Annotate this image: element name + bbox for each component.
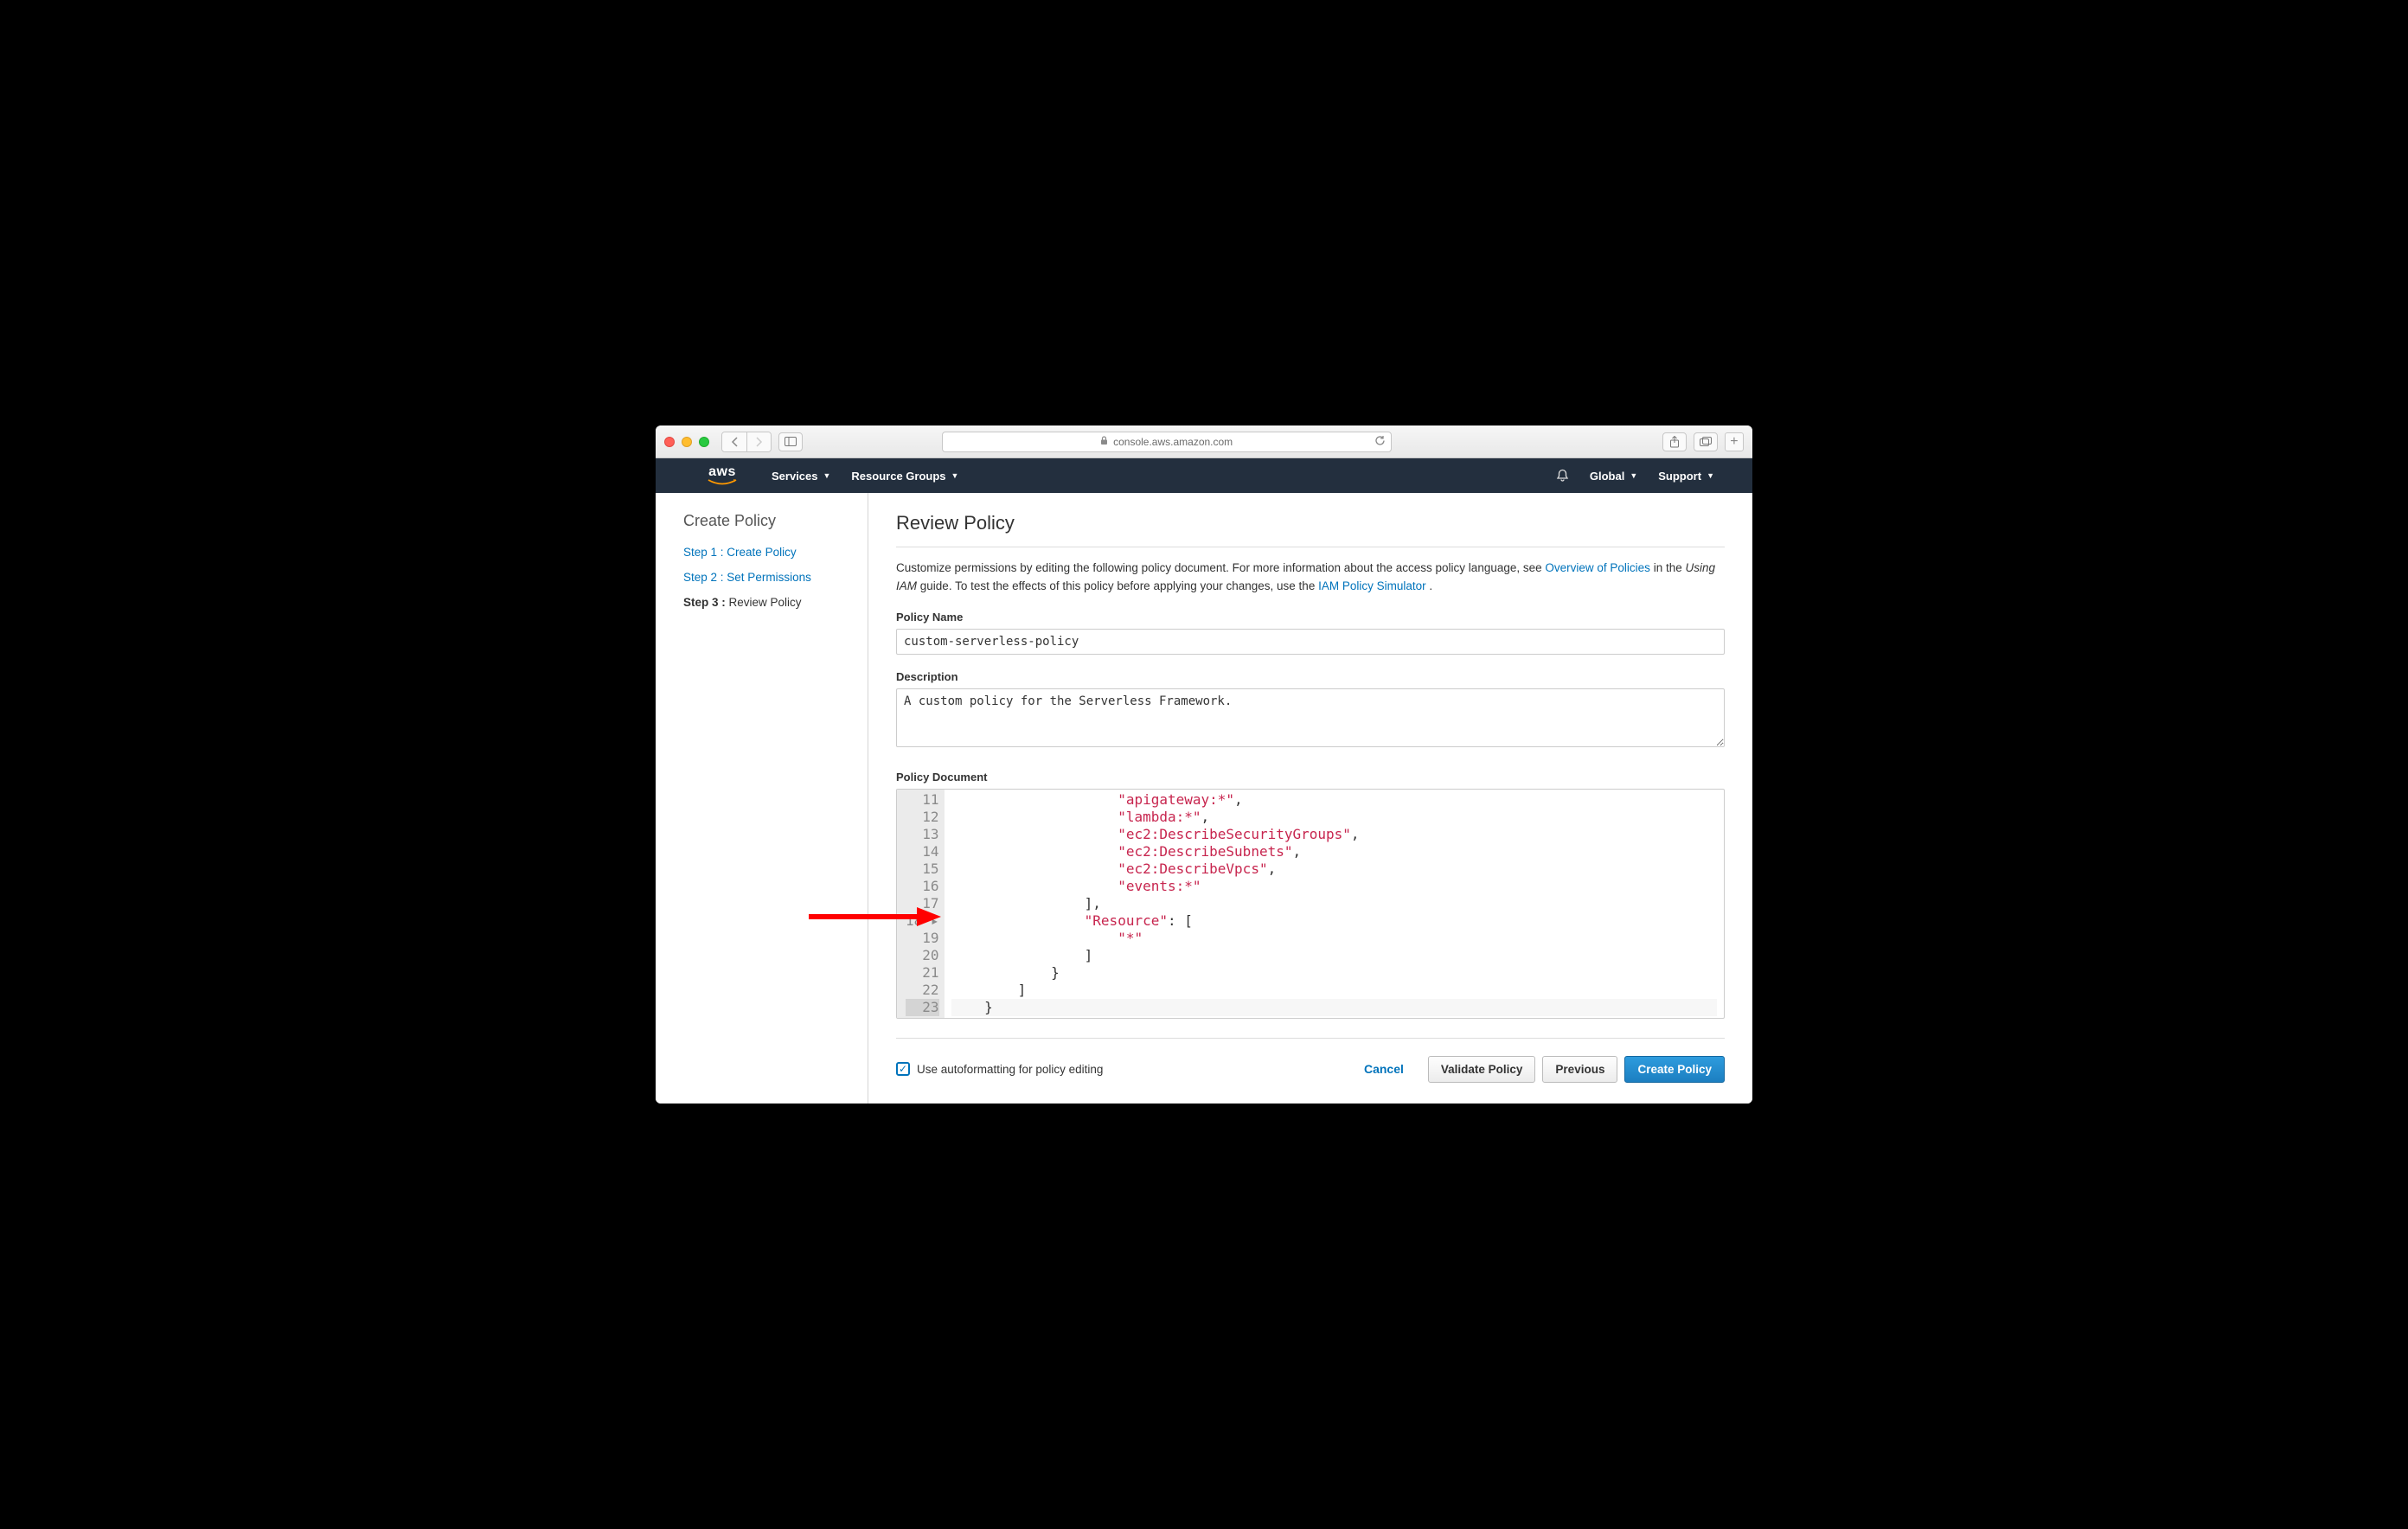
aws-logo[interactable]: aws <box>708 465 737 486</box>
policy-name-label: Policy Name <box>896 611 1725 624</box>
minimize-window-button[interactable] <box>682 437 692 447</box>
maximize-window-button[interactable] <box>699 437 709 447</box>
tabs-button[interactable] <box>1694 432 1718 451</box>
wizard-step: Step 3 : Review Policy <box>683 596 850 609</box>
back-button[interactable] <box>722 432 746 451</box>
description-textarea[interactable] <box>896 688 1725 747</box>
main-content: Review Policy Customize permissions by e… <box>868 493 1752 1104</box>
wizard-step[interactable]: Step 1 : Create Policy <box>683 546 850 559</box>
lock-icon <box>1100 436 1108 448</box>
overview-link[interactable]: Overview of Policies <box>1545 561 1650 574</box>
sidebar-title: Create Policy <box>683 512 850 530</box>
page-body: Create Policy Step 1 : Create Policy Step… <box>656 493 1752 1104</box>
chevron-down-icon: ▼ <box>1630 471 1637 480</box>
window-controls <box>664 437 709 447</box>
sidebar-toggle-button[interactable] <box>778 432 803 451</box>
footer-row: ✓ Use autoformatting for policy editing … <box>896 1038 1725 1083</box>
policy-document-label: Policy Document <box>896 771 1725 784</box>
nav-buttons <box>721 432 772 452</box>
browser-right-buttons: + <box>1662 432 1744 451</box>
page-title: Review Policy <box>896 512 1725 534</box>
cancel-button[interactable]: Cancel <box>1364 1062 1404 1076</box>
chevron-down-icon: ▼ <box>823 471 831 480</box>
autoformat-checkbox[interactable]: ✓ Use autoformatting for policy editing <box>896 1062 1103 1076</box>
bell-icon <box>1556 469 1569 483</box>
policy-document-editor[interactable]: 1112131415161718 ▸1920212223 "apigateway… <box>896 789 1725 1019</box>
url-text: console.aws.amazon.com <box>1113 436 1233 448</box>
browser-window: console.aws.amazon.com + aws Services ▼ … <box>656 425 1752 1104</box>
previous-button[interactable]: Previous <box>1542 1056 1617 1083</box>
intro-text: Customize permissions by editing the fol… <box>896 560 1725 595</box>
wizard-step[interactable]: Step 2 : Set Permissions <box>683 571 850 584</box>
forward-button[interactable] <box>746 432 771 451</box>
share-button[interactable] <box>1662 432 1687 451</box>
description-label: Description <box>896 670 1725 683</box>
browser-chrome: console.aws.amazon.com + <box>656 425 1752 458</box>
simulator-link[interactable]: IAM Policy Simulator <box>1318 579 1426 592</box>
create-policy-button[interactable]: Create Policy <box>1624 1056 1725 1083</box>
reload-icon[interactable] <box>1374 435 1386 449</box>
address-bar[interactable]: console.aws.amazon.com <box>942 432 1392 452</box>
aws-smile-icon <box>708 479 737 486</box>
editor-body[interactable]: "apigateway:*", "lambda:*", "ec2:Describ… <box>945 790 1724 1018</box>
support-menu[interactable]: Support ▼ <box>1658 470 1714 483</box>
policy-name-input[interactable] <box>896 629 1725 655</box>
region-menu[interactable]: Global ▼ <box>1590 470 1637 483</box>
close-window-button[interactable] <box>664 437 675 447</box>
new-tab-button[interactable]: + <box>1725 432 1744 451</box>
notifications-button[interactable] <box>1556 469 1569 483</box>
wizard-sidebar: Create Policy Step 1 : Create Policy Step… <box>656 493 868 1104</box>
aws-header: aws Services ▼ Resource Groups ▼ Global … <box>656 458 1752 493</box>
resource-groups-menu[interactable]: Resource Groups ▼ <box>851 470 958 483</box>
services-menu[interactable]: Services ▼ <box>772 470 830 483</box>
chevron-down-icon: ▼ <box>951 471 959 480</box>
checkbox-icon: ✓ <box>896 1062 910 1076</box>
chevron-down-icon: ▼ <box>1707 471 1714 480</box>
editor-gutter: 1112131415161718 ▸1920212223 <box>897 790 945 1018</box>
validate-policy-button[interactable]: Validate Policy <box>1428 1056 1536 1083</box>
